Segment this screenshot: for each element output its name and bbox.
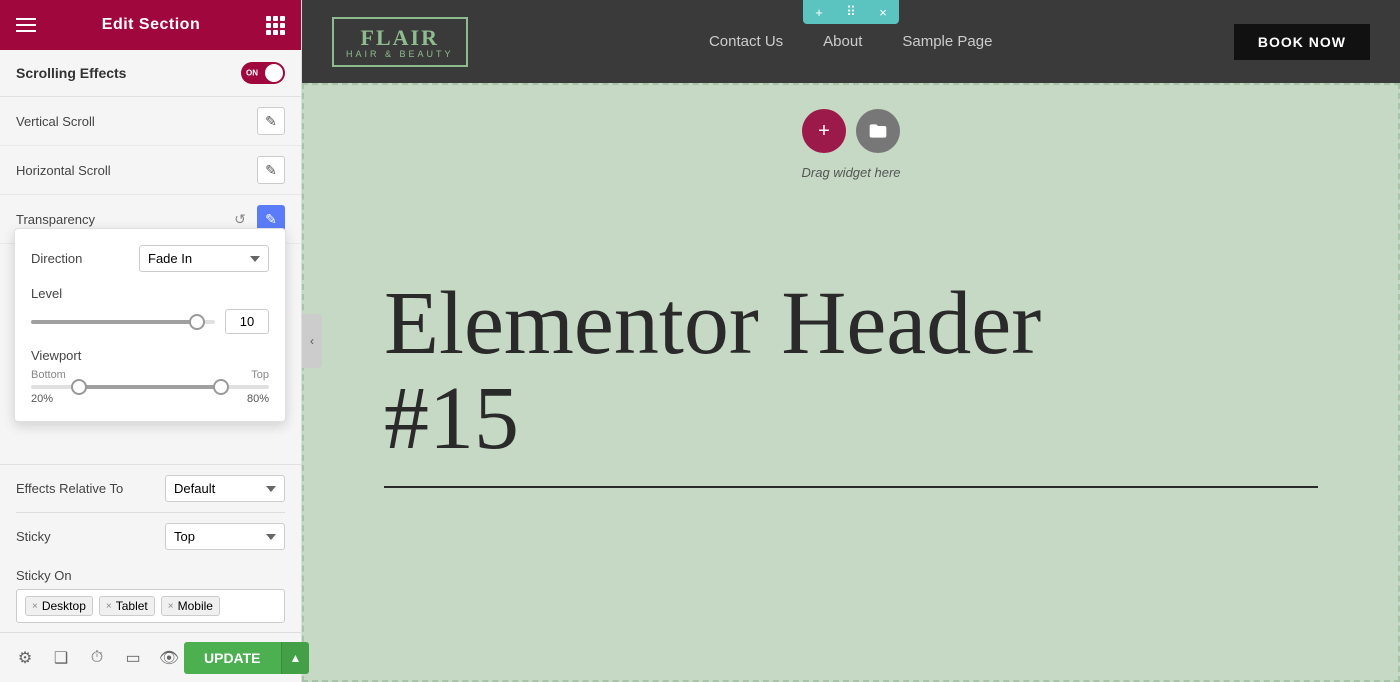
hide-icon[interactable]: 👁 <box>154 643 184 673</box>
vertical-scroll-row: Vertical Scroll ✎ <box>0 97 301 146</box>
tag-mobile-remove[interactable]: × <box>168 601 174 612</box>
tag-mobile[interactable]: × Mobile <box>161 596 220 616</box>
vertical-scroll-edit-btn[interactable]: ✎ <box>257 107 285 135</box>
tag-desktop[interactable]: × Desktop <box>25 596 93 616</box>
effects-relative-select[interactable]: Default Viewport Section <box>165 475 285 502</box>
viewport-edge-labels: Bottom Top <box>31 369 269 381</box>
effects-relative-row: Effects Relative To Default Viewport Sec… <box>0 464 301 512</box>
nav-contact[interactable]: Contact Us <box>709 33 783 50</box>
effects-relative-label: Effects Relative To <box>16 481 123 496</box>
scrolling-effects-row: Scrolling Effects <box>0 50 301 97</box>
tag-desktop-remove[interactable]: × <box>32 601 38 612</box>
grid-icon[interactable] <box>266 16 285 35</box>
tag-tablet-label: Tablet <box>116 599 148 613</box>
update-arrow-button[interactable]: ▲ <box>281 642 310 674</box>
transparency-label: Transparency <box>16 212 95 227</box>
viewport-right-val: 80% <box>247 393 269 405</box>
hero-title: Elementor Header#15 <box>384 277 1318 466</box>
edit-controls: + ⠿ × <box>803 0 899 24</box>
nav-about[interactable]: About <box>823 33 862 50</box>
left-panel: Edit Section Scrolling Effects Vertical … <box>0 0 302 682</box>
add-section-btn[interactable]: + <box>803 0 835 24</box>
viewport-value-labels: 20% 80% <box>31 393 269 405</box>
update-button[interactable]: UPDATE <box>184 642 281 674</box>
level-input[interactable]: 10 <box>225 309 269 334</box>
level-slider-track[interactable] <box>31 320 215 324</box>
tag-tablet-remove[interactable]: × <box>106 601 112 612</box>
sticky-label: Sticky <box>16 529 51 544</box>
nav-links: Contact Us About Sample Page <box>709 33 992 50</box>
tag-mobile-label: Mobile <box>178 599 213 613</box>
viewport-bottom-label: Bottom <box>31 369 66 381</box>
sticky-on-section: Sticky On × Desktop × Tablet × Mobile <box>0 560 301 631</box>
update-btn-wrap: UPDATE ▲ <box>184 642 309 674</box>
horizontal-scroll-label: Horizontal Scroll <box>16 163 111 178</box>
panel-collapse-area: ‹ <box>302 314 322 368</box>
add-widget-button[interactable]: + <box>802 109 846 153</box>
sticky-on-tags: × Desktop × Tablet × Mobile <box>16 589 285 623</box>
viewport-slider-track[interactable] <box>31 385 269 389</box>
collapse-panel-button[interactable]: ‹ <box>302 314 322 368</box>
folder-widget-button[interactable] <box>856 109 900 153</box>
sticky-select[interactable]: None Top Bottom <box>165 523 285 550</box>
horizontal-scroll-row: Horizontal Scroll ✎ <box>0 146 301 195</box>
bottom-toolbar: ⚙ ❑ ⏱ ▭ 👁 UPDATE ▲ <box>0 632 301 682</box>
book-now-button[interactable]: BOOK NOW <box>1234 24 1370 60</box>
viewport-left-val: 20% <box>31 393 53 405</box>
tag-tablet[interactable]: × Tablet <box>99 596 155 616</box>
history-icon[interactable]: ⏱ <box>82 643 112 673</box>
hero-content: Elementor Header#15 <box>304 217 1398 548</box>
nav-bar: + ⠿ × FLAIR HAIR & BEAUTY Contact Us Abo… <box>302 0 1400 83</box>
vertical-scroll-label: Vertical Scroll <box>16 114 95 129</box>
horizontal-scroll-edit-btn[interactable]: ✎ <box>257 156 285 184</box>
sticky-on-label: Sticky On <box>16 568 285 583</box>
scrolling-effects-toggle[interactable] <box>241 62 285 84</box>
layers-icon[interactable]: ❑ <box>46 643 76 673</box>
nav-sample[interactable]: Sample Page <box>902 33 992 50</box>
folder-icon <box>868 121 888 141</box>
right-panel: + ⠿ × FLAIR HAIR & BEAUTY Contact Us Abo… <box>302 0 1400 682</box>
drag-section-btn[interactable]: ⠿ <box>835 0 867 24</box>
widget-buttons: + <box>802 109 900 153</box>
transparency-refresh-btn[interactable]: ↺ <box>229 208 251 230</box>
logo-area[interactable]: FLAIR HAIR & BEAUTY <box>332 17 468 67</box>
direction-select[interactable]: Fade In Fade Out <box>139 245 269 272</box>
logo-title: FLAIR <box>361 25 439 51</box>
scrolling-effects-label: Scrolling Effects <box>16 65 126 81</box>
panel-title: Edit Section <box>102 16 200 34</box>
tag-desktop-label: Desktop <box>42 599 86 613</box>
panel-header: Edit Section <box>0 0 301 50</box>
logo-box: FLAIR HAIR & BEAUTY <box>332 17 468 67</box>
level-label: Level <box>31 286 269 301</box>
direction-row: Direction Fade In Fade Out <box>31 245 269 272</box>
hamburger-icon[interactable] <box>16 18 36 32</box>
transparency-popup: Direction Fade In Fade Out Level 10 View… <box>14 228 286 422</box>
close-section-btn[interactable]: × <box>867 0 899 24</box>
responsive-icon[interactable]: ▭ <box>118 643 148 673</box>
sticky-row: Sticky None Top Bottom <box>0 513 301 560</box>
logo-subtitle: HAIR & BEAUTY <box>346 49 454 59</box>
viewport-row: Viewport Bottom Top 20% 80% <box>31 348 269 405</box>
drag-widget-text: Drag widget here <box>802 165 901 180</box>
hero-divider <box>384 486 1318 488</box>
settings-icon[interactable]: ⚙ <box>10 643 40 673</box>
hero-section: + Drag widget here Elementor Header#15 <box>302 83 1400 682</box>
viewport-top-label: Top <box>251 369 269 381</box>
level-row: Level 10 <box>31 286 269 334</box>
level-slider-wrap: 10 <box>31 309 269 334</box>
direction-label: Direction <box>31 251 82 266</box>
viewport-label: Viewport <box>31 348 269 363</box>
toolbar-icons: ⚙ ❑ ⏱ ▭ 👁 <box>10 643 184 673</box>
